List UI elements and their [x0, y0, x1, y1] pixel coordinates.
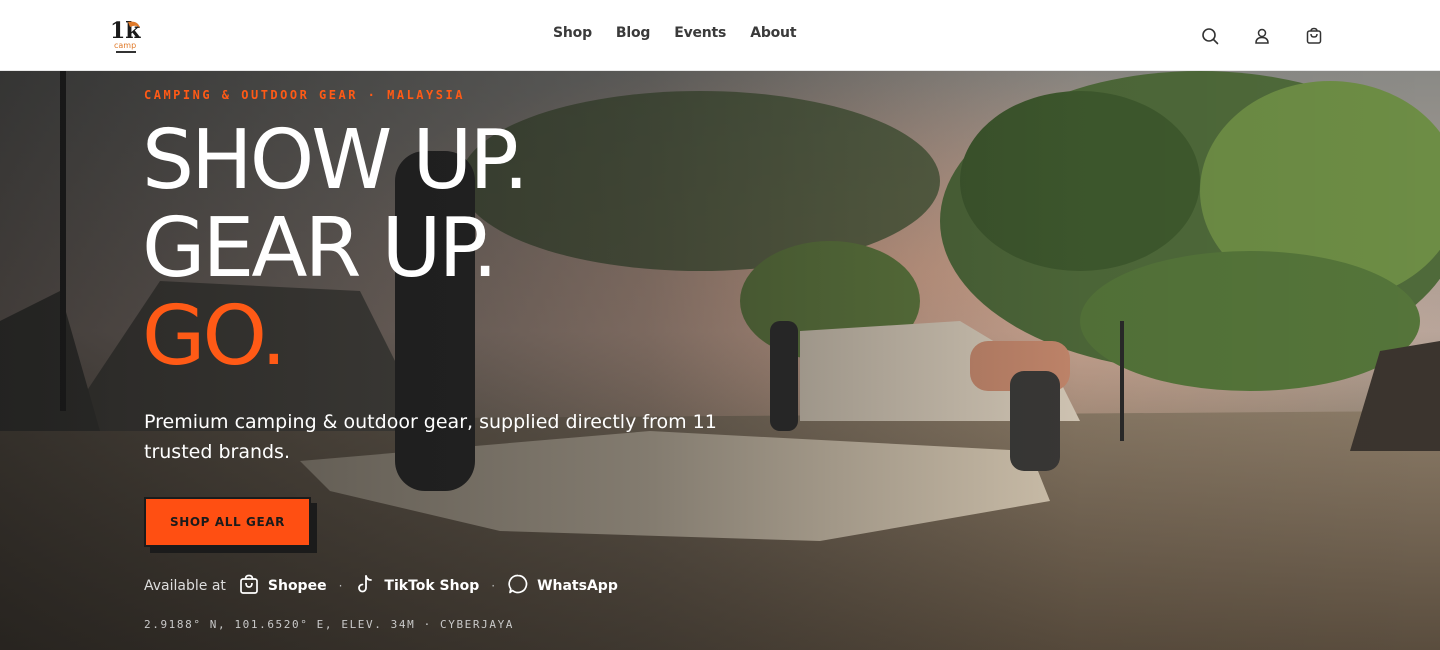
hero-kicker: CAMPING & OUTDOOR GEAR · MALAYSIA [144, 88, 465, 102]
store-link-whatsapp[interactable]: WhatsApp [507, 573, 618, 599]
nav-shop[interactable]: Shop [553, 25, 592, 41]
headline-line-2: GEAR UP. [142, 201, 498, 296]
location-coordinates: 2.9188° N, 101.6520° E, ELEV. 34M · CYBE… [144, 618, 515, 631]
headline-line-3: GO. [142, 289, 287, 384]
available-at-label: Available at [144, 578, 226, 594]
store-label-tiktok: TikTok Shop [384, 578, 480, 594]
separator-dot: · [491, 579, 496, 593]
store-label-whatsapp: WhatsApp [537, 578, 618, 594]
account-icon[interactable] [1252, 26, 1272, 46]
cart-icon[interactable] [1304, 26, 1324, 46]
nav-blog[interactable]: Blog [616, 25, 651, 41]
available-at-row: Available at Shopee · TikTok Shop · What… [144, 573, 618, 599]
search-icon[interactable] [1200, 26, 1220, 46]
svg-text:camp: camp [114, 41, 136, 50]
nav-events[interactable]: Events [674, 25, 726, 41]
tiktok-note-icon [354, 573, 376, 599]
hero-section: CAMPING & OUTDOOR GEAR · MALAYSIA SHOW U… [0, 71, 1440, 650]
hero-subtitle: Premium camping & outdoor gear, supplied… [144, 411, 717, 463]
store-label-shopee: Shopee [267, 578, 327, 594]
separator-dot: · [338, 579, 343, 593]
store-link-shopee[interactable]: Shopee [238, 573, 327, 599]
main-nav: Shop Blog Events About [553, 25, 797, 41]
site-header: 1k camp Shop Blog Events About [0, 0, 1440, 71]
hero-headline: SHOW UP. GEAR UP. GO. [142, 113, 529, 384]
whatsapp-chat-icon [507, 573, 529, 599]
brand-logo[interactable]: 1k camp [108, 16, 144, 56]
nav-about[interactable]: About [750, 25, 796, 41]
shopee-bag-icon [238, 573, 260, 599]
headline-line-1: SHOW UP. [142, 113, 529, 208]
store-link-tiktok[interactable]: TikTok Shop [354, 573, 479, 599]
shop-all-gear-button[interactable]: SHOP ALL GEAR [144, 497, 311, 547]
